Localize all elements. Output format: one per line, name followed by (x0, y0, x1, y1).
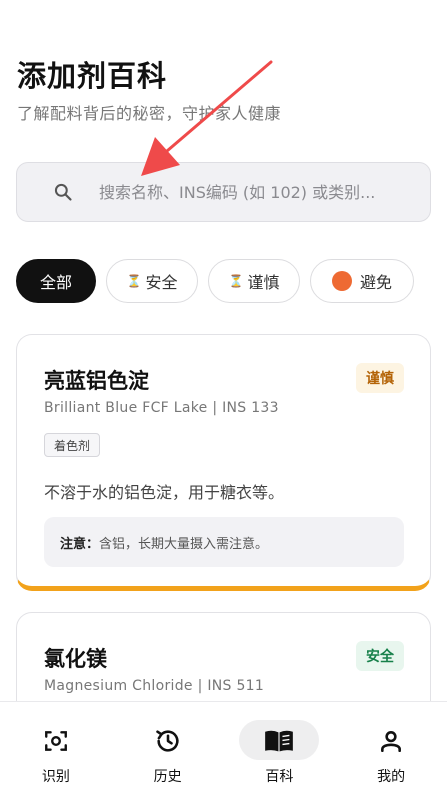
status-badge: 安全 (356, 641, 404, 671)
filter-chip-avoid[interactable]: 避免 (310, 259, 414, 303)
tab-label: 历史 (153, 769, 182, 785)
filter-chip-label: 全部 (39, 273, 72, 292)
additive-description: 不溶于水的铝色淀，用于糖衣等。 (44, 483, 285, 502)
filter-chip-caution[interactable]: ⏳ 谨慎 (208, 259, 300, 303)
history-icon (153, 726, 183, 756)
tab-label: 百科 (265, 769, 294, 785)
filter-chip-all[interactable]: 全部 (16, 259, 96, 303)
note-text: 含铝，长期大量摄入需注意。 (99, 536, 269, 552)
warning-note: 注意： 含铝，长期大量摄入需注意。 (44, 517, 404, 567)
filter-chip-label: 谨慎 (247, 273, 280, 292)
note-label: 注意： (60, 536, 100, 552)
status-badge: 谨慎 (356, 363, 404, 393)
search-icon (54, 183, 72, 201)
tab-history[interactable]: 历史 (112, 702, 224, 797)
page-title: 添加剂百科 (17, 59, 168, 93)
hourglass-icon: ⏳ (228, 274, 244, 288)
tab-scan[interactable]: 识别 (0, 702, 112, 797)
additive-card[interactable]: 亮蓝铝色淀 谨慎 Brilliant Blue FCF Lake | INS 1… (16, 334, 431, 591)
category-tag: 着色剂 (44, 433, 101, 457)
additive-name: 氯化镁 (44, 647, 107, 671)
tab-encyclopedia[interactable]: 百科 (224, 702, 336, 797)
page-subtitle: 了解配料背后的秘密，守护家人健康 (17, 104, 282, 123)
filter-chip-safe[interactable]: ⏳ 安全 (106, 259, 198, 303)
additive-subtitle: Magnesium Chloride | INS 511 (44, 678, 265, 694)
person-icon (376, 726, 406, 756)
book-icon (264, 726, 294, 756)
header: 添加剂百科 了解配料背后的秘密，守护家人健康 (17, 56, 281, 124)
bottom-tab-bar: 识别 历史 百科 我的 (0, 701, 447, 797)
filter-chips: 全部 ⏳ 安全 ⏳ 谨慎 避免 (16, 259, 424, 303)
filter-chip-label: 安全 (145, 273, 178, 292)
search-input[interactable] (99, 182, 419, 202)
additive-subtitle: Brilliant Blue FCF Lake | INS 133 (44, 400, 279, 416)
orange-dot-icon (331, 271, 352, 291)
filter-chip-label: 避免 (359, 273, 392, 292)
hourglass-icon: ⏳ (126, 274, 142, 288)
additive-name: 亮蓝铝色淀 (44, 369, 149, 393)
tab-label: 识别 (41, 769, 70, 785)
search-bar[interactable] (16, 162, 431, 222)
tab-profile[interactable]: 我的 (335, 702, 447, 797)
tab-label: 我的 (377, 769, 406, 785)
scan-icon (41, 726, 71, 756)
